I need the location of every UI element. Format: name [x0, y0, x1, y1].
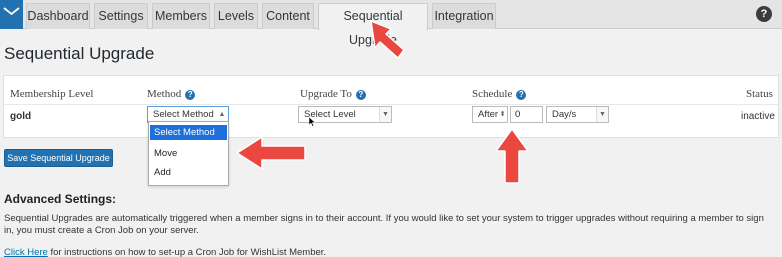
method-option-add[interactable]: Add: [150, 165, 227, 180]
chevron-down-icon: ▼: [596, 107, 608, 122]
cron-instructions: Click Here for instructions on how to se…: [4, 247, 326, 257]
cron-instructions-text: for instructions on how to set-up a Cron…: [47, 247, 327, 257]
advanced-description: Sequential Upgrades are automatically tr…: [4, 213, 764, 236]
method-select-value: Select Method: [153, 109, 214, 120]
tab-content[interactable]: Content: [262, 3, 314, 29]
header-schedule: Schedule?: [472, 88, 527, 100]
header-membership-level: Membership Level: [10, 88, 94, 100]
method-dropdown-list: Select Method Move Add: [148, 121, 229, 186]
annotation-arrow-icon: [236, 136, 306, 170]
method-option-move[interactable]: Move: [150, 146, 227, 161]
help-icon[interactable]: ?: [756, 6, 772, 22]
header-status: Status: [746, 88, 773, 100]
status-text: inactive: [741, 111, 775, 122]
mouse-cursor-icon: [309, 117, 316, 127]
page-title: Sequential Upgrade: [4, 44, 155, 63]
advanced-settings-title: Advanced Settings:: [4, 192, 117, 206]
header-method: Method?: [147, 88, 196, 100]
schedule-amount-input[interactable]: 0: [510, 106, 543, 123]
schedule-unit-select[interactable]: Day/s ▼: [546, 106, 609, 123]
tab-dashboard[interactable]: Dashboard: [26, 3, 90, 29]
schedule-help-icon[interactable]: ?: [516, 90, 527, 100]
header-upgrade-to: Upgrade To?: [300, 88, 366, 100]
tab-integration[interactable]: Integration: [432, 3, 496, 29]
upgrade-to-help-icon[interactable]: ?: [355, 90, 366, 100]
level-name: gold: [10, 111, 32, 122]
save-sequential-upgrade-button[interactable]: Save Sequential Upgrade: [4, 149, 113, 167]
row-divider: [4, 104, 778, 105]
chevron-up-icon: ▲: [216, 107, 228, 122]
tab-levels[interactable]: Levels: [214, 3, 258, 29]
schedule-when-value: After: [478, 109, 499, 120]
tab-members[interactable]: Members: [152, 3, 210, 29]
top-nav: Dashboard Settings Members Levels Conten…: [0, 0, 782, 47]
tab-sequential-upgrade[interactable]: Sequential Upgrade: [318, 3, 428, 47]
tab-settings[interactable]: Settings: [94, 3, 148, 29]
click-here-link[interactable]: Click Here: [4, 247, 48, 257]
schedule-unit-value: Day/s: [552, 109, 577, 120]
wishlist-logo-icon[interactable]: [0, 0, 23, 29]
chevron-down-icon: ▼: [379, 107, 391, 122]
method-help-icon[interactable]: ?: [185, 90, 196, 100]
updown-icon: ⬍: [498, 107, 507, 122]
schedule-when-select[interactable]: After ⬍: [472, 106, 508, 123]
method-option-select[interactable]: Select Method: [150, 125, 227, 140]
